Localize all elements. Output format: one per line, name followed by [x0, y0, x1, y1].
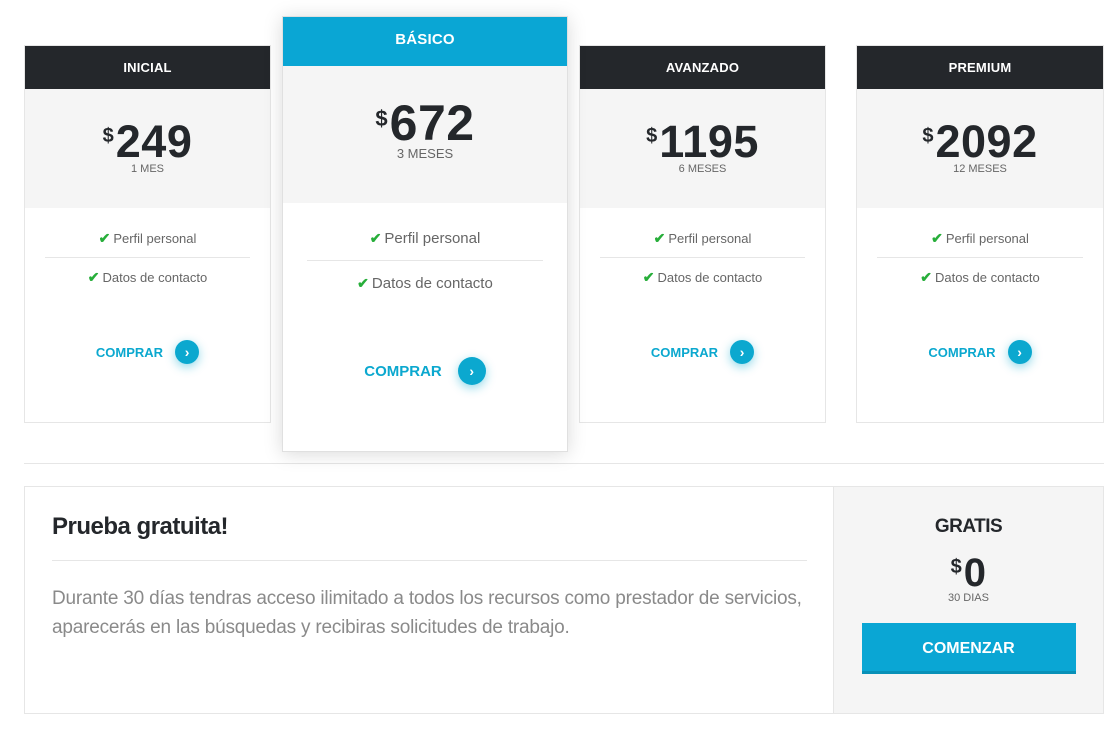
buy-button[interactable]: COMPRAR ›	[928, 340, 1032, 364]
check-icon: ✔	[98, 230, 111, 246]
feature-item: ✔ Datos de contacto	[877, 257, 1083, 295]
buy-button-label: COMPRAR	[928, 344, 996, 360]
feature-list: ✔ Perfil personal ✔ Datos de contacto	[25, 208, 270, 295]
buy-button-label: COMPRAR	[95, 344, 164, 360]
feature-item: ✔ Perfil personal	[653, 230, 752, 246]
price: $ 0	[951, 552, 987, 594]
feature-list: ✔ Perfil personal ✔ Datos de contacto	[857, 208, 1103, 295]
section-divider	[24, 463, 1104, 464]
price-amount: 249	[115, 116, 193, 167]
feature-item: ✔ Datos de contacto	[600, 257, 805, 295]
trial-price-panel: GRATIS $ 0 30 DIAS COMENZAR	[833, 487, 1103, 713]
price: $ 672	[375, 96, 474, 150]
price-amount: 672	[389, 95, 475, 151]
plan-price-block: $ 1195 6 MESES	[580, 89, 825, 208]
plan-price-block: $ 249 1 MES	[25, 89, 270, 208]
price-amount: 1195	[659, 116, 759, 167]
check-icon: ✔	[920, 269, 932, 285]
check-icon: ✔	[369, 230, 382, 246]
chevron-right-icon: ›	[730, 340, 755, 364]
buy-button-label: COMPRAR	[364, 362, 442, 380]
currency-symbol: $	[646, 125, 658, 147]
currency-symbol: $	[102, 125, 114, 147]
feature-item: ✔ Datos de contacto	[307, 260, 543, 304]
buy-row: COMPRAR ›	[857, 340, 1103, 364]
plan-title: PREMIUM	[857, 46, 1103, 89]
price-amount: 0	[963, 551, 987, 595]
feature-item: ✔ Perfil personal	[931, 230, 1029, 246]
price-period: 30 DIAS	[948, 592, 989, 604]
plan-card-avanzado: AVANZADO $ 1195 6 MESES ✔ Perfil personal…	[579, 45, 826, 423]
plan-price-block: $ 672 3 MESES	[283, 66, 567, 203]
plan-card-inicial: INICIAL $ 249 1 MES ✔ Perfil personal ✔ Da…	[24, 45, 271, 423]
price: $ 1195	[646, 117, 759, 167]
feature-item: ✔ Perfil personal	[369, 230, 481, 247]
price-period: 6 MESES	[678, 163, 727, 175]
buy-button[interactable]: COMPRAR ›	[95, 340, 200, 364]
check-icon: ✔	[87, 269, 100, 285]
plan-title: BÁSICO	[283, 17, 567, 66]
feature-list: ✔ Perfil personal ✔ Datos de contacto	[283, 203, 567, 304]
currency-symbol: $	[375, 106, 388, 131]
buy-button[interactable]: COMPRAR ›	[650, 340, 755, 364]
currency-symbol: $	[950, 556, 962, 578]
chevron-right-icon: ›	[457, 357, 486, 385]
price-period: 3 MESES	[396, 146, 454, 161]
trial-title: Prueba gratuita!	[52, 513, 229, 540]
trial-price: $ 0	[834, 552, 1103, 594]
trial-info: Prueba gratuita! Durante 30 días tendras…	[52, 487, 807, 642]
trial-divider	[52, 560, 807, 561]
price-amount: 2092	[935, 116, 1038, 167]
plan-card-premium: PREMIUM $ 2092 12 MESES ✔ Perfil personal…	[856, 45, 1104, 423]
buy-button-label: COMPRAR	[650, 344, 719, 360]
plan-title: AVANZADO	[580, 46, 825, 89]
check-icon: ✔	[653, 230, 666, 246]
plan-card-basico: BÁSICO $ 672 3 MESES ✔ Perfil personal ✔ D…	[282, 16, 568, 452]
trial-plan-label: GRATIS	[934, 516, 1003, 537]
currency-symbol: $	[922, 125, 934, 147]
feature-list: ✔ Perfil personal ✔ Datos de contacto	[580, 208, 825, 295]
start-trial-button[interactable]: COMENZAR	[861, 623, 1076, 674]
feature-item: ✔ Perfil personal	[98, 230, 197, 246]
free-trial-card: Prueba gratuita! Durante 30 días tendras…	[24, 486, 1104, 714]
price: $ 2092	[922, 117, 1037, 167]
plan-price-block: $ 2092 12 MESES	[857, 89, 1103, 208]
trial-description: Durante 30 días tendras acceso ilimitado…	[52, 588, 802, 638]
buy-row: COMPRAR ›	[25, 340, 270, 364]
chevron-right-icon: ›	[175, 340, 200, 364]
price: $ 249	[103, 117, 193, 167]
price-period: 12 MESES	[953, 163, 1007, 175]
plan-title: INICIAL	[25, 46, 270, 89]
buy-row: COMPRAR ›	[283, 357, 567, 385]
check-icon: ✔	[357, 275, 369, 291]
buy-row: COMPRAR ›	[580, 340, 825, 364]
feature-item: ✔ Datos de contacto	[45, 257, 250, 295]
buy-button[interactable]: COMPRAR ›	[364, 357, 486, 385]
check-icon: ✔	[642, 269, 655, 285]
chevron-right-icon: ›	[1007, 340, 1032, 364]
price-period: 1 MES	[130, 163, 164, 175]
check-icon: ✔	[931, 230, 943, 246]
